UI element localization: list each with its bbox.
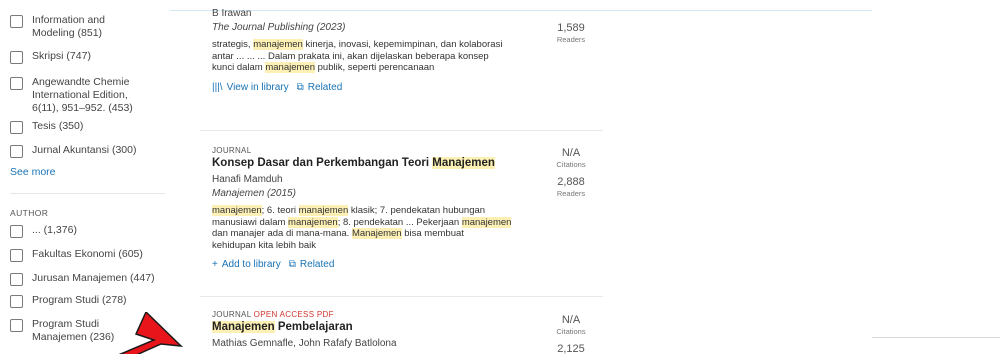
- highlighted-term: manajemen: [461, 216, 512, 228]
- checkbox[interactable]: [10, 121, 23, 134]
- action-label: Related: [307, 81, 343, 93]
- checkbox[interactable]: [10, 319, 23, 332]
- checkbox[interactable]: [10, 295, 23, 308]
- library-icon: |||\: [212, 81, 223, 93]
- open-access-badge: OPEN ACCESS PDF: [251, 310, 334, 319]
- view-in-library-button[interactable]: |||\ View in library: [212, 82, 289, 93]
- result-actions: + Add to library ⧉ Related: [212, 259, 602, 270]
- metric-value: N/A: [561, 314, 581, 326]
- author-filter-label: Program Studi (278): [32, 294, 127, 306]
- result-actions: |||\ View in library ⧉ Related: [212, 82, 602, 93]
- metric-citations: N/A Citations: [540, 147, 602, 169]
- source-filter-label: Jurnal Akuntansi (300): [32, 144, 137, 156]
- metric-label: Readers: [556, 35, 586, 44]
- highlighted-term: manajemen: [253, 39, 303, 50]
- result-author: B Irawan: [212, 8, 252, 19]
- see-more-link[interactable]: See more: [10, 166, 56, 178]
- add-to-library-button[interactable]: + Add to library: [212, 259, 281, 270]
- pointer-arrow-icon: [118, 312, 184, 354]
- author-filter-label: Program Studi Manajemen (236): [32, 318, 115, 343]
- highlighted-term: Manajemen: [351, 228, 402, 239]
- result-metrics: N/A Citations 2,125: [540, 314, 602, 354]
- author-filter[interactable]: ... (1,376): [10, 224, 77, 238]
- metric-value: N/A: [561, 147, 581, 159]
- metric-value: 2,125: [540, 343, 602, 354]
- sidebar-divider: [10, 193, 165, 194]
- related-button[interactable]: ⧉ Related: [289, 259, 335, 270]
- result-title[interactable]: MANAJEMEN PUBLIK: [212, 0, 602, 5]
- plus-icon: +: [212, 259, 218, 270]
- filter-sidebar: Information and Modeling (851) Skripsi (74…: [0, 0, 170, 354]
- metric-readers: 2,888 Readers: [540, 176, 602, 198]
- metric-label: Citations: [556, 327, 586, 336]
- checkbox[interactable]: [10, 15, 23, 28]
- checkbox[interactable]: [10, 51, 23, 64]
- result-card: MANAJEMEN PUBLIKB IrawanThe Journal Publ…: [212, 0, 602, 93]
- source-filter-label: Tesis (350): [32, 120, 84, 132]
- source-filter[interactable]: Skripsi (747): [10, 50, 91, 64]
- result-divider: [200, 130, 603, 131]
- source-filter-label: Information and Modeling (851): [32, 14, 105, 39]
- source-filter-label: Angewandte Chemie International Edition, 6…: [32, 76, 133, 114]
- metric-label: Citations: [556, 160, 586, 169]
- highlighted-term: manajemen: [212, 205, 262, 216]
- author-filter[interactable]: Program Studi Manajemen (236): [10, 318, 114, 344]
- highlighted-term: manajemen: [265, 62, 315, 73]
- metric-value: 2,125: [557, 343, 585, 354]
- footer-divider: [872, 337, 1000, 338]
- source-filter[interactable]: Tesis (350): [10, 120, 83, 134]
- author-filter[interactable]: Fakultas Ekonomi (605): [10, 248, 143, 262]
- author-filter[interactable]: Jurusan Manajemen (447): [10, 272, 155, 286]
- checkbox[interactable]: [10, 77, 23, 90]
- source-filter[interactable]: Information and Modeling (851): [10, 14, 105, 40]
- action-label: Add to library: [221, 259, 281, 270]
- metric-value: 2,888: [557, 176, 585, 188]
- highlighted-term: manajemen: [288, 216, 338, 228]
- author-filter-label: ... (1,376): [32, 224, 77, 236]
- checkbox[interactable]: [10, 145, 23, 158]
- source-filter-label: Skripsi (747): [32, 50, 91, 62]
- metric-readers: 1,589 Readers: [540, 22, 602, 44]
- source-filter[interactable]: Angewandte Chemie International Edition, 6…: [10, 76, 133, 115]
- action-label: Related: [299, 259, 335, 270]
- highlighted-term: Manajemen: [212, 321, 275, 333]
- metric-label: Readers: [556, 189, 586, 198]
- result-metrics: N/A Citations 2,888 Readers: [540, 147, 602, 198]
- action-label: View in library: [226, 81, 289, 93]
- author-section-heading: AUTHOR: [10, 208, 49, 218]
- related-icon: ⧉: [288, 259, 296, 270]
- related-button[interactable]: ⧉ Related: [297, 82, 343, 93]
- highlighted-term: Manajemen: [432, 157, 495, 169]
- related-icon: ⧉: [296, 81, 304, 93]
- result-divider: [200, 296, 603, 297]
- metric-value: 1,589: [557, 22, 585, 34]
- result-snippet: manajemen; 6. teori manajemen klasik; 7.…: [212, 205, 512, 251]
- author-filter-label: Jurusan Manajemen (447): [32, 272, 155, 284]
- checkbox[interactable]: [10, 225, 23, 238]
- author-filter-label: Fakultas Ekonomi (605): [32, 248, 143, 260]
- result-snippet: strategis, manajemen kinerja, inovasi, k…: [212, 39, 503, 73]
- checkbox[interactable]: [10, 273, 23, 286]
- source-filter[interactable]: Jurnal Akuntansi (300): [10, 144, 136, 158]
- metric-citations: N/A Citations: [540, 314, 602, 336]
- checkbox[interactable]: [10, 249, 23, 262]
- result-metrics: 1,589 Readers: [540, 22, 602, 44]
- highlighted-term: manajemen: [298, 205, 349, 216]
- author-filter[interactable]: Program Studi (278): [10, 294, 127, 308]
